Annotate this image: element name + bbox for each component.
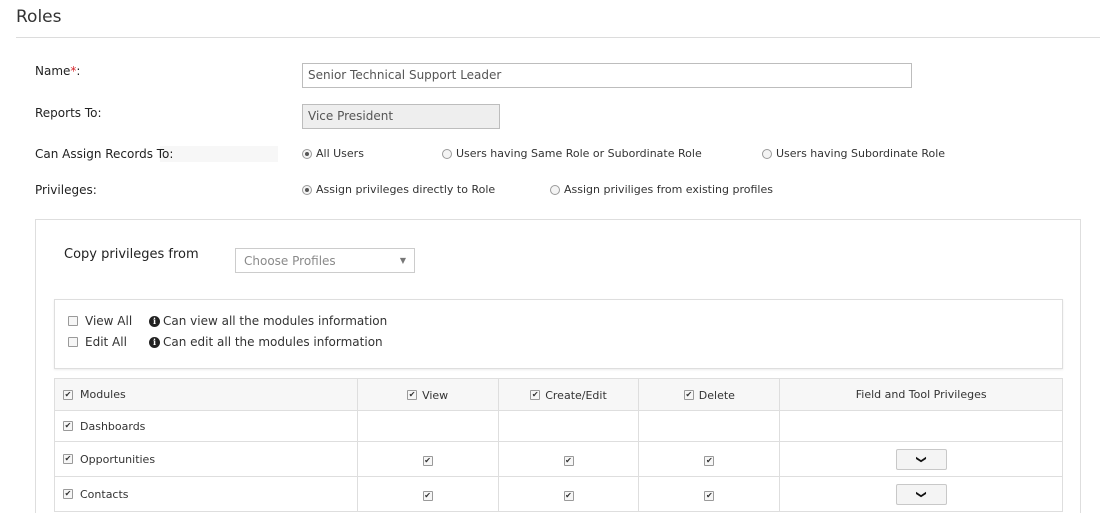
create-edit-header: Create/Edit — [497, 378, 640, 411]
radio-label: Assign privileges directly to Role — [316, 183, 496, 196]
caret-down-icon: ▼ — [399, 256, 406, 265]
radio-unchecked-icon — [550, 184, 560, 195]
radio-label: Users having Same Role or Subordinate Ro… — [456, 147, 702, 160]
table-row: Dashboards — [54, 410, 1063, 442]
global-options-box — [54, 299, 1063, 369]
copy-privileges-label: Copy privileges from — [64, 247, 199, 262]
name-input[interactable]: Senior Technical Support Leader — [302, 63, 912, 88]
expand-field-privileges-button[interactable]: ❯ — [895, 483, 947, 505]
info-icon: i — [149, 315, 160, 327]
page-title: Roles — [16, 7, 62, 27]
privileges-label: Privileges: — [35, 183, 97, 197]
view-checkbox-opportunities[interactable] — [422, 455, 433, 466]
choose-profiles-select[interactable]: Choose Profiles ▼ — [235, 248, 415, 273]
chevron-down-icon: ❯ — [915, 454, 927, 464]
delete-header-label: Delete — [698, 388, 735, 402]
delete-checkbox-opportunities[interactable] — [704, 455, 715, 466]
modules-header-label: Modules — [80, 388, 126, 401]
title-divider — [16, 37, 1100, 38]
assign-records-label: Can Assign Records To: — [35, 147, 174, 161]
view-all-checkbox[interactable]: View All — [68, 314, 132, 328]
delete-header: Delete — [638, 378, 781, 411]
assign-same-role-radio[interactable]: Users having Same Role or Subordinate Ro… — [442, 147, 702, 160]
module-checkbox-contacts[interactable] — [63, 489, 73, 499]
radio-unchecked-icon — [762, 148, 772, 159]
edit-all-info-text: Can edit all the modules information — [163, 335, 383, 349]
field-tool-cell — [779, 410, 1063, 442]
privileges-profiles-radio[interactable]: Assign priviliges from existing profiles — [550, 183, 773, 196]
modules-header: Modules — [54, 378, 358, 411]
table-header-row: Modules View Create/Edit Delete Field an… — [54, 378, 1063, 411]
module-cell: Dashboards — [54, 410, 358, 442]
view-checkbox-contacts[interactable] — [422, 490, 433, 501]
view-header-label: View — [422, 388, 449, 402]
module-privileges-table: Modules View Create/Edit Delete Field an… — [54, 378, 1063, 512]
reports-to-input[interactable]: Vice President — [302, 104, 500, 129]
view-all-column-checkbox[interactable] — [407, 390, 418, 401]
radio-label: All Users — [316, 147, 364, 160]
privileges-direct-radio[interactable]: Assign privileges directly to Role — [302, 183, 495, 196]
table-row: Contacts ❯ — [54, 476, 1063, 512]
create-edit-cell — [497, 441, 640, 477]
name-label: Name*: — [35, 64, 80, 78]
view-cell — [356, 410, 499, 442]
view-cell — [356, 441, 499, 477]
reports-to-label: Reports To: — [35, 106, 102, 120]
module-cell: Contacts — [54, 476, 358, 512]
radio-label: Assign priviliges from existing profiles — [564, 183, 773, 196]
delete-checkbox-contacts[interactable] — [704, 490, 715, 501]
name-label-colon: : — [76, 64, 81, 78]
module-name: Contacts — [80, 487, 129, 501]
delete-cell — [638, 410, 781, 442]
view-cell — [356, 476, 499, 512]
assign-subordinate-radio[interactable]: Users having Subordinate Role — [762, 147, 945, 160]
module-checkbox-dashboards[interactable] — [63, 421, 73, 431]
radio-unchecked-icon — [442, 148, 452, 159]
view-all-info: i Can view all the modules information — [149, 314, 387, 328]
label-highlight — [160, 146, 278, 162]
edit-all-info: i Can edit all the modules information — [149, 335, 383, 349]
create-edit-cell — [497, 410, 640, 442]
checkbox-unchecked-icon — [68, 337, 78, 347]
delete-cell — [638, 441, 781, 477]
view-all-label: View All — [85, 314, 133, 328]
delete-column-checkbox[interactable] — [683, 390, 694, 401]
module-cell: Opportunities — [54, 441, 358, 477]
table-row: Opportunities ❯ — [54, 441, 1063, 477]
create-edit-cell — [497, 476, 640, 512]
field-tool-cell: ❯ — [779, 476, 1063, 512]
module-name: Dashboards — [80, 419, 146, 433]
radio-checked-icon — [302, 148, 312, 159]
radio-checked-icon — [302, 184, 312, 195]
create-edit-header-label: Create/Edit — [545, 388, 607, 402]
checkbox-unchecked-icon — [68, 316, 78, 326]
radio-label: Users having Subordinate Role — [776, 147, 946, 160]
create-edit-checkbox-contacts[interactable] — [563, 490, 574, 501]
create-edit-column-checkbox[interactable] — [530, 390, 541, 401]
chevron-down-icon: ❯ — [915, 489, 927, 499]
edit-all-checkbox[interactable]: Edit All — [68, 335, 127, 349]
select-placeholder: Choose Profiles — [244, 253, 336, 268]
field-tool-cell: ❯ — [779, 441, 1063, 477]
modules-select-all-checkbox[interactable] — [63, 389, 73, 400]
expand-field-privileges-button[interactable]: ❯ — [895, 448, 947, 470]
field-tool-header: Field and Tool Privileges — [779, 378, 1063, 411]
view-header: View — [356, 378, 499, 411]
edit-all-label: Edit All — [85, 335, 127, 349]
assign-all-users-radio[interactable]: All Users — [302, 147, 364, 160]
module-checkbox-opportunities[interactable] — [63, 454, 73, 464]
name-label-text: Name — [35, 64, 71, 78]
view-all-info-text: Can view all the modules information — [163, 314, 388, 328]
delete-cell — [638, 476, 781, 512]
info-icon: i — [149, 336, 160, 348]
module-name: Opportunities — [80, 452, 156, 466]
create-edit-checkbox-opportunities[interactable] — [563, 455, 574, 466]
